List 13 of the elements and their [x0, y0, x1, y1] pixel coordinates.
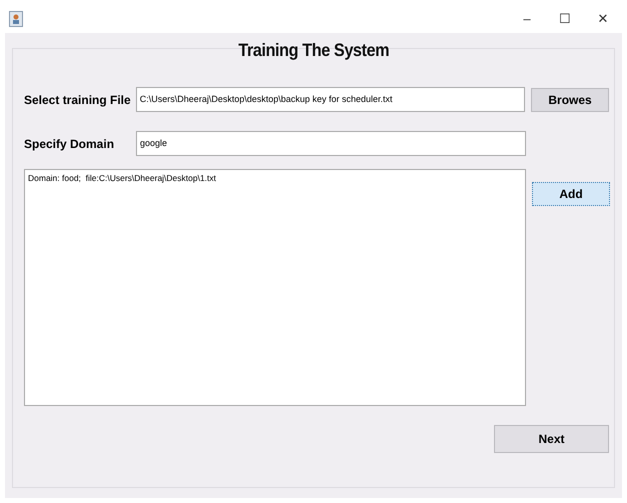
next-button[interactable]: Next	[494, 425, 609, 453]
minimize-icon[interactable]: –	[508, 9, 546, 29]
field-label: Select training File	[24, 92, 132, 108]
app-icon	[9, 11, 23, 27]
close-icon[interactable]: ✕	[584, 9, 622, 29]
field-label: Specify Domain	[24, 136, 116, 152]
browse-button[interactable]: Browes	[531, 88, 609, 112]
form-heading: Training The System	[238, 39, 389, 62]
add-button[interactable]: Add	[532, 182, 610, 206]
maximize-icon[interactable]: ☐	[546, 9, 584, 29]
file-path-field[interactable]: C:\Users\Dheeraj\Desktop\desktop\backup key for scheduler.txt	[136, 87, 526, 112]
domain-field[interactable]: google	[136, 131, 526, 156]
log-text-area[interactable]: Domain: food; file:C:\Users\Dheeraj\Desktop\1.txt	[24, 169, 526, 406]
